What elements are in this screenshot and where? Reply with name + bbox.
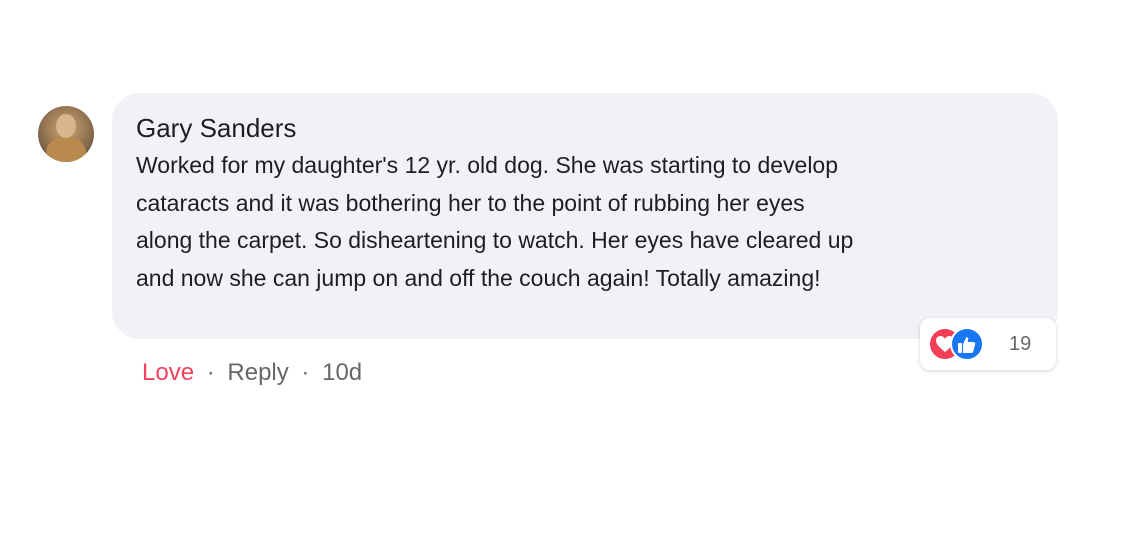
comment-line: Worked for my daughter's 12 yr. old dog.…	[136, 152, 839, 178]
reply-button[interactable]: Reply	[227, 359, 288, 386]
timestamp[interactable]: 10d	[322, 359, 362, 386]
comment-line: and now she can jump on and off the couc…	[136, 264, 821, 291]
comment-author[interactable]: Gary Sanders	[136, 111, 1034, 145]
love-button[interactable]: Love	[142, 359, 194, 386]
avatar-body	[46, 136, 86, 162]
reaction-summary[interactable]: 19	[920, 318, 1056, 370]
comment-line: along the carpet. So disheartening to wa…	[136, 227, 854, 253]
avatar[interactable]	[38, 106, 94, 162]
separator: ·	[206, 359, 215, 386]
comment-bubble: Gary Sanders Worked for my daughter's 12…	[112, 93, 1058, 339]
comment-container: Gary Sanders Worked for my daughter's 12…	[0, 0, 1125, 540]
comment-line: cataracts and it was bothering her to th…	[136, 189, 805, 216]
avatar-head	[56, 114, 76, 138]
reaction-count: 19	[1009, 333, 1032, 355]
comment-text: Worked for my daughter's 12 yr. old dog.…	[136, 147, 1036, 297]
comment-actions: Love · Reply · 10d	[142, 356, 362, 390]
separator: ·	[301, 359, 310, 386]
like-icon	[950, 327, 984, 361]
